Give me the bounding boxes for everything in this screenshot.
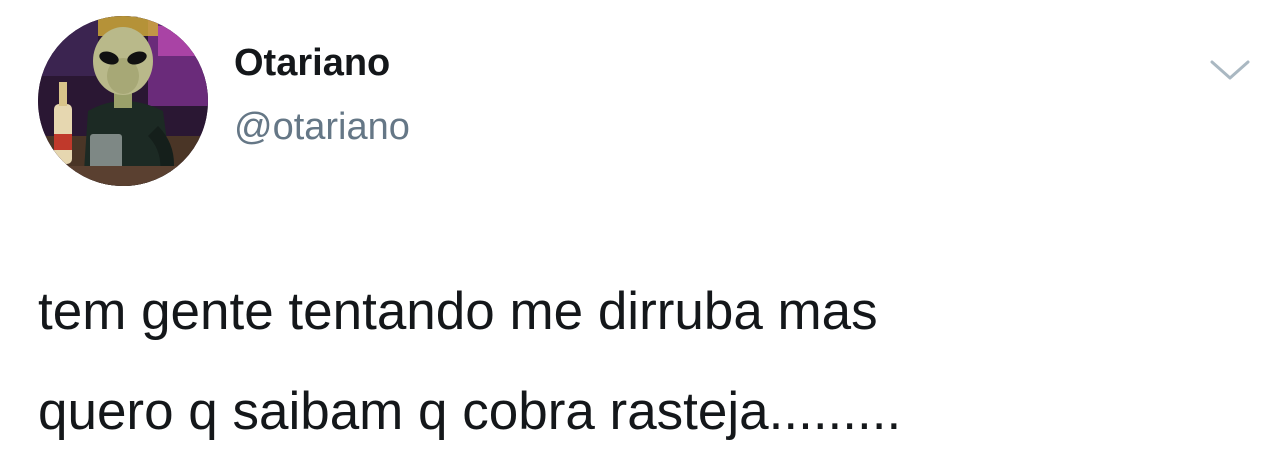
author-display-name[interactable]: Otariano [234, 44, 390, 82]
chevron-down-icon [1210, 60, 1250, 80]
tweet-menu-button[interactable] [1208, 56, 1252, 84]
author-handle[interactable]: @otariano [234, 108, 410, 146]
tweet-text: tem gente tentando me dirruba mas quero … [38, 262, 1238, 462]
avatar[interactable] [38, 16, 208, 186]
tweet-text-line: tem gente tentando me dirruba mas [38, 282, 878, 341]
alien-avatar-icon [38, 16, 208, 186]
tweet-card: Otariano @otariano tem gente tentando me… [0, 0, 1280, 472]
tweet-text-line: quero q saibam q cobra rasteja......... [38, 382, 902, 441]
